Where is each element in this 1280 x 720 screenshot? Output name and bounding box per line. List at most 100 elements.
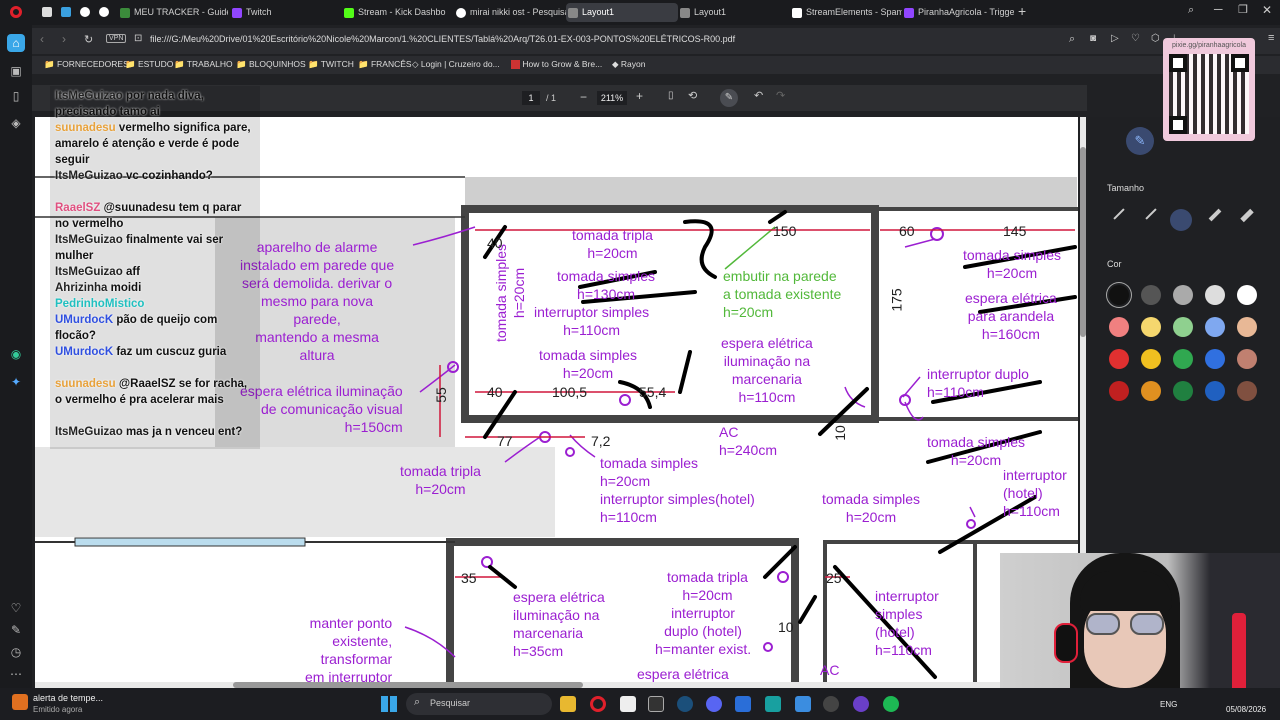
tab[interactable]: Layout1 <box>678 3 790 22</box>
app-icon[interactable] <box>765 696 781 712</box>
vpn-badge[interactable]: VPN <box>106 34 127 43</box>
heart-icon[interactable]: ♡ <box>1131 33 1140 44</box>
discord-icon[interactable] <box>706 696 722 712</box>
bookmark-folder[interactable]: 📁 ESTUDO <box>125 59 173 70</box>
notion-icon[interactable] <box>620 696 636 712</box>
size-option-4[interactable] <box>1208 208 1222 222</box>
color-swatch[interactable] <box>1109 381 1129 401</box>
color-swatch[interactable] <box>1109 349 1129 369</box>
heart-icon[interactable]: ♡ <box>7 599 25 617</box>
opera-icon[interactable] <box>590 696 606 712</box>
page-number-input[interactable]: 1 <box>522 91 540 105</box>
opera-logo-icon[interactable] <box>10 6 22 18</box>
bookmark-link[interactable]: How to Grow & Bre... <box>511 59 602 70</box>
obs-icon[interactable] <box>823 696 839 712</box>
tab[interactable]: PiranhaAgricola - Trigger <box>902 3 1014 22</box>
reload-icon[interactable]: ↻ <box>84 33 93 46</box>
aria-icon[interactable]: ✦ <box>7 373 25 391</box>
color-swatch[interactable] <box>1109 317 1129 337</box>
pinned-tab-icon[interactable] <box>42 7 52 17</box>
start-button[interactable] <box>381 696 397 712</box>
tab[interactable]: StreamElements - Spam fi <box>790 3 902 22</box>
camera-icon[interactable]: ◙ <box>1090 33 1096 44</box>
color-swatch[interactable] <box>1237 285 1257 305</box>
color-swatch[interactable] <box>1141 317 1161 337</box>
calendar-icon[interactable] <box>648 696 664 712</box>
more-icon[interactable]: ⋯ <box>7 665 25 683</box>
tab[interactable]: MEU TRACKER - Guides b <box>118 3 228 22</box>
spotify-icon[interactable] <box>883 696 899 712</box>
pinned-tab-icon[interactable] <box>61 7 71 17</box>
taskbar-search[interactable]: ⌕ Pesquisar <box>406 693 552 715</box>
send-icon[interactable]: ▷ <box>1111 33 1119 44</box>
pinned-tab-icon[interactable] <box>80 7 90 17</box>
size-option-3[interactable] <box>1170 209 1192 231</box>
new-tab-button[interactable]: + <box>1018 4 1032 18</box>
color-swatch[interactable] <box>1141 381 1161 401</box>
color-swatch[interactable] <box>1173 285 1193 305</box>
url-field[interactable]: file:///G:/Meu%20Drive/01%20Escritório%2… <box>150 34 735 44</box>
color-swatch[interactable] <box>1109 285 1129 305</box>
color-swatch[interactable] <box>1205 285 1225 305</box>
color-swatch[interactable] <box>1205 381 1225 401</box>
tab[interactable]: mirai nikki ost - Pesquisa <box>454 3 566 22</box>
bookmark-folder[interactable]: 📁 TRABALHO <box>174 59 233 70</box>
color-swatch[interactable] <box>1173 317 1193 337</box>
color-swatch[interactable] <box>1173 381 1193 401</box>
color-swatch[interactable] <box>1141 285 1161 305</box>
app-icon[interactable] <box>853 696 869 712</box>
cube-icon[interactable]: ⬡ <box>1151 33 1160 44</box>
extension-icon[interactable]: ◉ <box>7 345 25 363</box>
color-swatch[interactable] <box>1205 317 1225 337</box>
briefcase-icon[interactable]: ▣ <box>7 62 25 80</box>
minimize-button[interactable]: ─ <box>1214 2 1223 16</box>
search-tabs-icon[interactable]: ⌕ <box>1188 4 1194 17</box>
notepad-icon[interactable] <box>795 696 811 712</box>
bookmark-link[interactable]: ◇ Login | Cruzeiro do... <box>412 59 500 70</box>
rotate-icon[interactable]: ⟲ <box>688 89 697 102</box>
zoom-in-button[interactable]: + <box>636 89 643 103</box>
file-explorer-icon[interactable] <box>560 696 576 712</box>
forward-icon[interactable]: › <box>62 32 66 46</box>
system-date[interactable]: 05/08/2026 <box>1226 705 1266 714</box>
pen-tool-button[interactable]: ✎ <box>1126 127 1154 155</box>
clock-icon[interactable]: ◷ <box>7 643 25 661</box>
zoom-out-button[interactable]: − <box>580 90 587 104</box>
fit-page-icon[interactable]: ▯ <box>668 90 674 101</box>
back-icon[interactable]: ‹ <box>40 32 44 46</box>
scroll-thumb[interactable] <box>1080 147 1086 337</box>
bookmark-folder[interactable]: 📁 TWITCH <box>308 59 354 70</box>
bookmark-folder[interactable]: 📁 BLOQUINHOS <box>236 59 306 70</box>
bookmark-folder[interactable]: 📁 FORNECEDORES <box>44 59 129 70</box>
search-icon[interactable]: ⌕ <box>1069 33 1075 46</box>
bookmark-link[interactable]: ◆ Rayon <box>612 59 645 70</box>
zoom-level[interactable]: 211% <box>597 91 627 105</box>
tab[interactable]: Stream - Kick Dashbo <box>342 3 454 22</box>
book-icon[interactable]: ▯ <box>7 87 25 105</box>
draw-tool-button[interactable]: ✎ <box>720 89 738 107</box>
color-swatch[interactable] <box>1237 381 1257 401</box>
undo-icon[interactable]: ↶ <box>754 89 763 102</box>
maximize-button[interactable]: ❐ <box>1238 3 1248 16</box>
color-swatch[interactable] <box>1173 349 1193 369</box>
color-swatch[interactable] <box>1237 349 1257 369</box>
notification-icon[interactable] <box>12 694 28 710</box>
redo-icon[interactable]: ↷ <box>776 89 785 102</box>
bookmark-url-icon[interactable]: ⊡ <box>134 33 142 44</box>
language-indicator[interactable]: ENG <box>1160 700 1177 709</box>
app-icon[interactable] <box>735 696 751 712</box>
close-window-button[interactable]: ✕ <box>1262 3 1272 17</box>
tab[interactable]: Twitch <box>230 3 340 22</box>
edit-icon[interactable]: ✎ <box>7 621 25 639</box>
tab-active[interactable]: Layout1 <box>566 3 678 22</box>
size-option-2[interactable] <box>1145 208 1157 220</box>
compass-icon[interactable]: ◈ <box>7 114 25 132</box>
home-icon[interactable]: ⌂ <box>7 34 25 52</box>
menu-icon[interactable]: ≡ <box>1268 32 1274 44</box>
bookmark-folder[interactable]: 📁 FRANCÊS <box>358 59 412 70</box>
notification-title[interactable]: alerta de tempe... <box>33 693 103 703</box>
pinned-tab-icon[interactable] <box>99 7 109 17</box>
color-swatch[interactable] <box>1141 349 1161 369</box>
steam-icon[interactable] <box>677 696 693 712</box>
color-swatch[interactable] <box>1205 349 1225 369</box>
